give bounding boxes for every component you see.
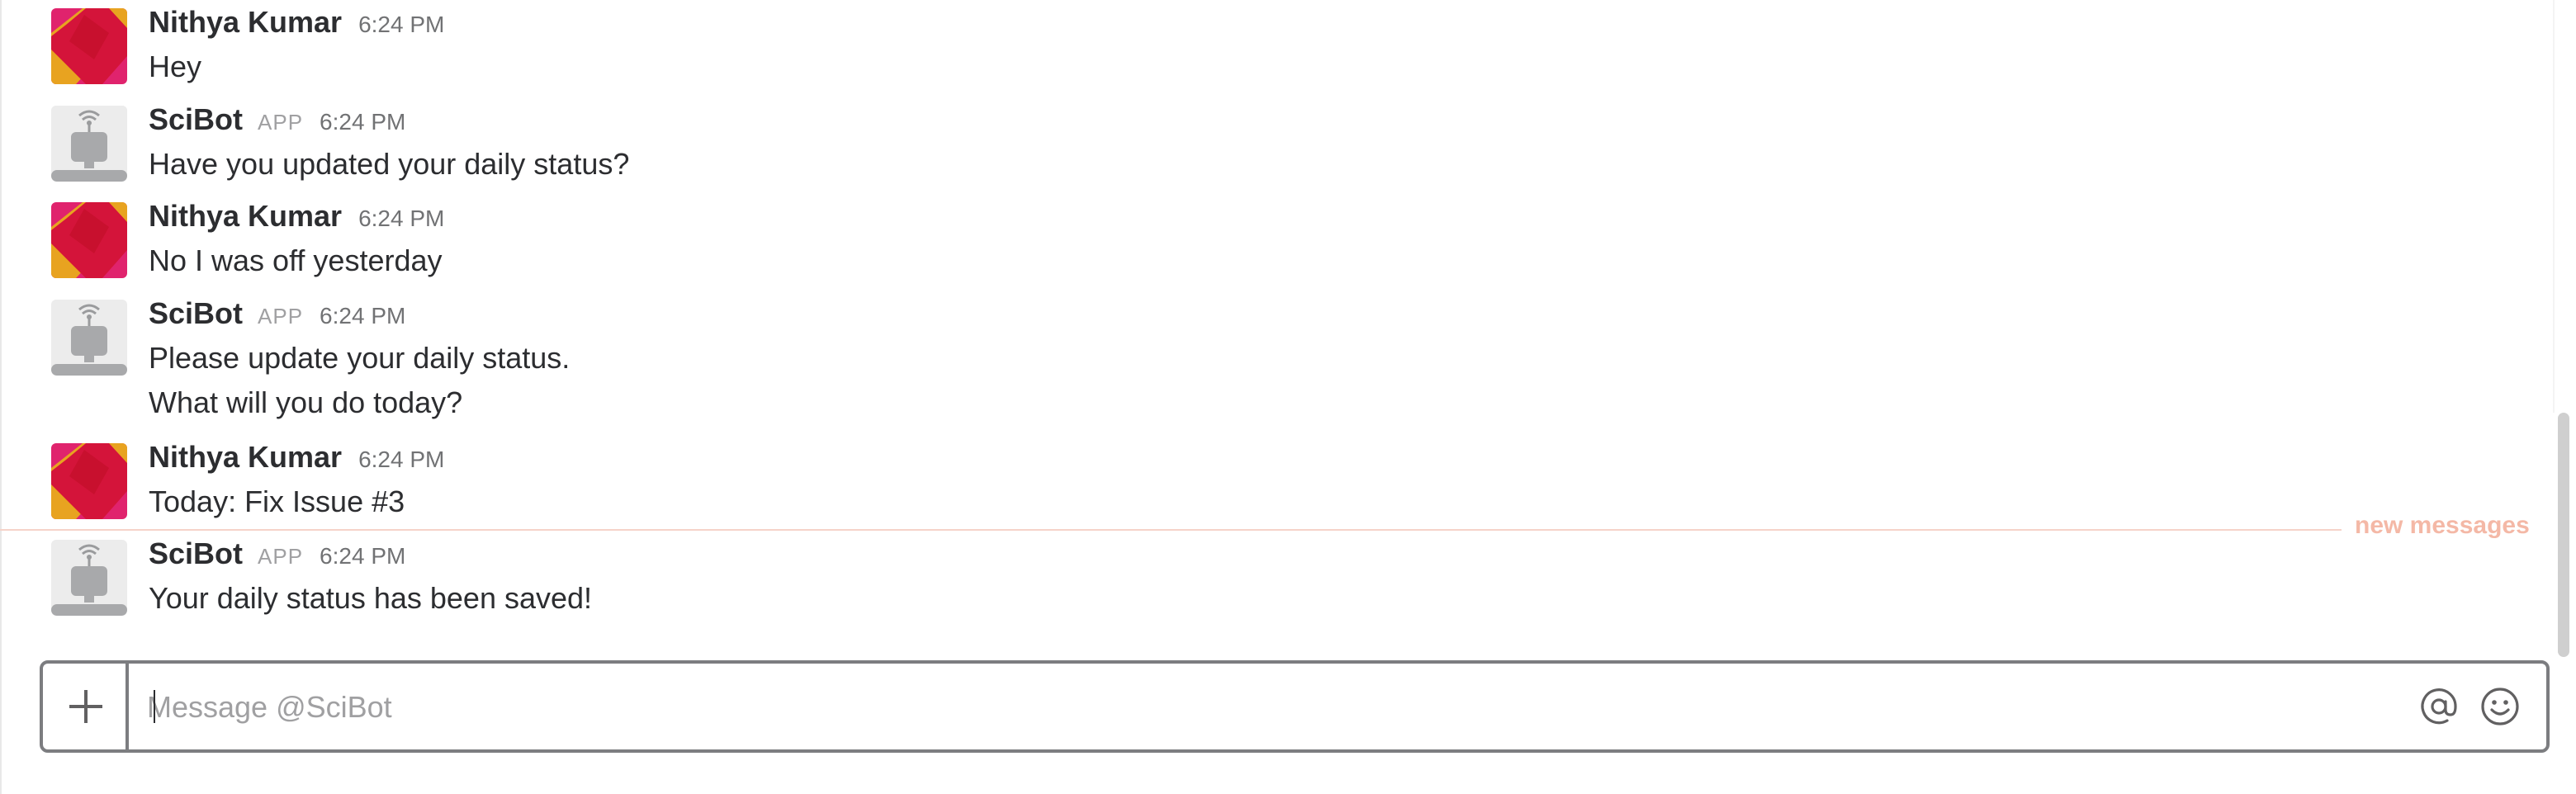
sender-name[interactable]: SciBot [149,296,243,331]
sender-name[interactable]: Nithya Kumar [149,199,342,234]
app-badge: APP [258,110,304,135]
sender-name[interactable]: Nithya Kumar [149,440,342,475]
chat-window: Nithya Kumar 6:24 PM Hey SciBot APP 6:24… [0,0,2576,794]
nithya-avatar[interactable] [51,202,127,278]
robot-avatar[interactable] [51,300,127,376]
scrollbar-track [2553,0,2555,413]
message-text: No I was off yesterday [149,243,443,277]
pane-border [0,0,2,794]
robot-avatar[interactable] [51,106,127,182]
nithya-avatar[interactable] [51,443,127,519]
new-messages-divider [0,529,2342,531]
smiley-icon[interactable] [2479,685,2522,728]
message-header: SciBot APP 6:24 PM [149,536,405,571]
message-text: Hey [149,50,202,83]
robot-avatar[interactable] [51,540,127,616]
new-messages-label: new messages [2355,512,2530,539]
message-input[interactable] [145,680,2378,735]
message-header: Nithya Kumar 6:24 PM [149,440,444,475]
message-header: SciBot APP 6:24 PM [149,102,405,137]
scrollbar-thumb[interactable] [2558,413,2569,657]
message-text: Have you updated your daily status? [149,147,630,181]
message-header: Nithya Kumar 6:24 PM [149,5,444,40]
timestamp[interactable]: 6:24 PM [358,206,444,232]
message-header: Nithya Kumar 6:24 PM [149,199,444,234]
app-badge: APP [258,544,304,569]
message-text: What will you do today? [149,385,463,419]
timestamp[interactable]: 6:24 PM [358,447,444,473]
message-composer [40,660,2550,753]
app-badge: APP [258,304,304,328]
sender-name[interactable]: SciBot [149,536,243,571]
timestamp[interactable]: 6:24 PM [320,543,405,570]
timestamp[interactable]: 6:24 PM [320,109,405,135]
at-sign-icon[interactable] [2417,685,2460,728]
message-text: Please update your daily status. [149,341,571,375]
timestamp[interactable]: 6:24 PM [358,12,444,38]
text-caret [154,690,155,723]
plus-icon[interactable] [43,664,129,749]
sender-name[interactable]: Nithya Kumar [149,5,342,40]
message-text: Today: Fix Issue #3 [149,484,405,518]
message-header: SciBot APP 6:24 PM [149,296,405,331]
sender-name[interactable]: SciBot [149,102,243,137]
timestamp[interactable]: 6:24 PM [320,303,405,329]
message-text: Your daily status has been saved! [149,581,593,615]
nithya-avatar[interactable] [51,8,127,84]
